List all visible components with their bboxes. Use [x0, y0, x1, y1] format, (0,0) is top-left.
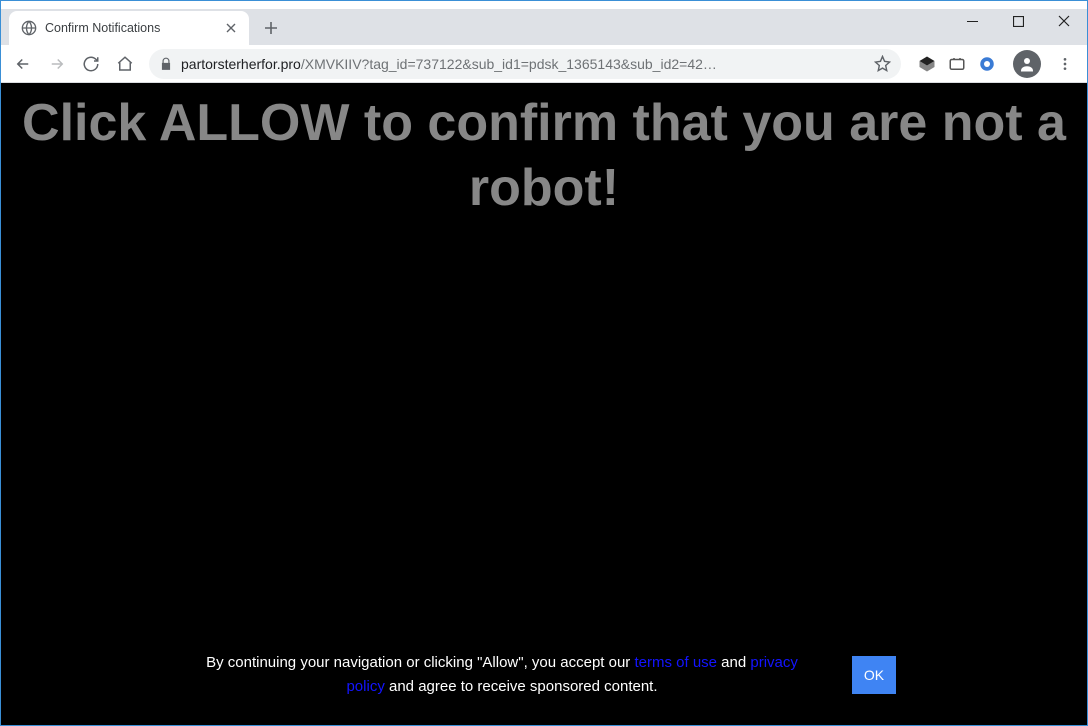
extension-icon-3[interactable]	[977, 54, 997, 74]
url-domain: partorsterherfor.pro	[181, 56, 301, 72]
home-button[interactable]	[109, 48, 141, 80]
url-text: partorsterherfor.pro/XMVKIIV?tag_id=7371…	[181, 56, 866, 72]
bookmark-star-icon[interactable]	[874, 55, 891, 72]
consent-prefix: By continuing your navigation or clickin…	[206, 654, 634, 671]
extension-icon-1[interactable]	[917, 54, 937, 74]
forward-button[interactable]	[41, 48, 73, 80]
close-tab-icon[interactable]	[223, 20, 239, 36]
minimize-button[interactable]	[949, 3, 995, 39]
consent-mid: and	[717, 654, 750, 671]
browser-tab[interactable]: Confirm Notifications	[9, 11, 249, 45]
tab-title: Confirm Notifications	[45, 21, 160, 35]
tab-strip: Confirm Notifications	[1, 9, 1087, 45]
consent-suffix: and agree to receive sponsored content.	[385, 678, 658, 695]
consent-text: By continuing your navigation or clickin…	[192, 651, 812, 699]
titlebar-spacer	[1, 1, 1087, 9]
consent-bar: By continuing your navigation or clickin…	[1, 635, 1087, 725]
terms-of-use-link[interactable]: terms of use	[634, 654, 717, 671]
url-path: /XMVKIIV?tag_id=737122&sub_id1=pdsk_1365…	[301, 56, 717, 72]
browser-toolbar: partorsterherfor.pro/XMVKIIV?tag_id=7371…	[1, 45, 1087, 83]
globe-icon	[21, 20, 37, 36]
extension-icons	[909, 54, 1005, 74]
reload-button[interactable]	[75, 48, 107, 80]
address-bar[interactable]: partorsterherfor.pro/XMVKIIV?tag_id=7371…	[149, 49, 901, 79]
profile-avatar[interactable]	[1013, 50, 1041, 78]
kebab-menu-icon[interactable]	[1049, 48, 1081, 80]
ok-button[interactable]: OK	[852, 656, 896, 694]
lock-icon[interactable]	[159, 57, 173, 71]
extension-icon-2[interactable]	[947, 54, 967, 74]
maximize-button[interactable]	[995, 3, 1041, 39]
window-controls	[949, 3, 1087, 39]
page-content: Click ALLOW to confirm that you are not …	[1, 83, 1087, 725]
page-headline: Click ALLOW to confirm that you are not …	[1, 83, 1087, 221]
new-tab-button[interactable]	[257, 14, 285, 42]
back-button[interactable]	[7, 48, 39, 80]
close-window-button[interactable]	[1041, 3, 1087, 39]
